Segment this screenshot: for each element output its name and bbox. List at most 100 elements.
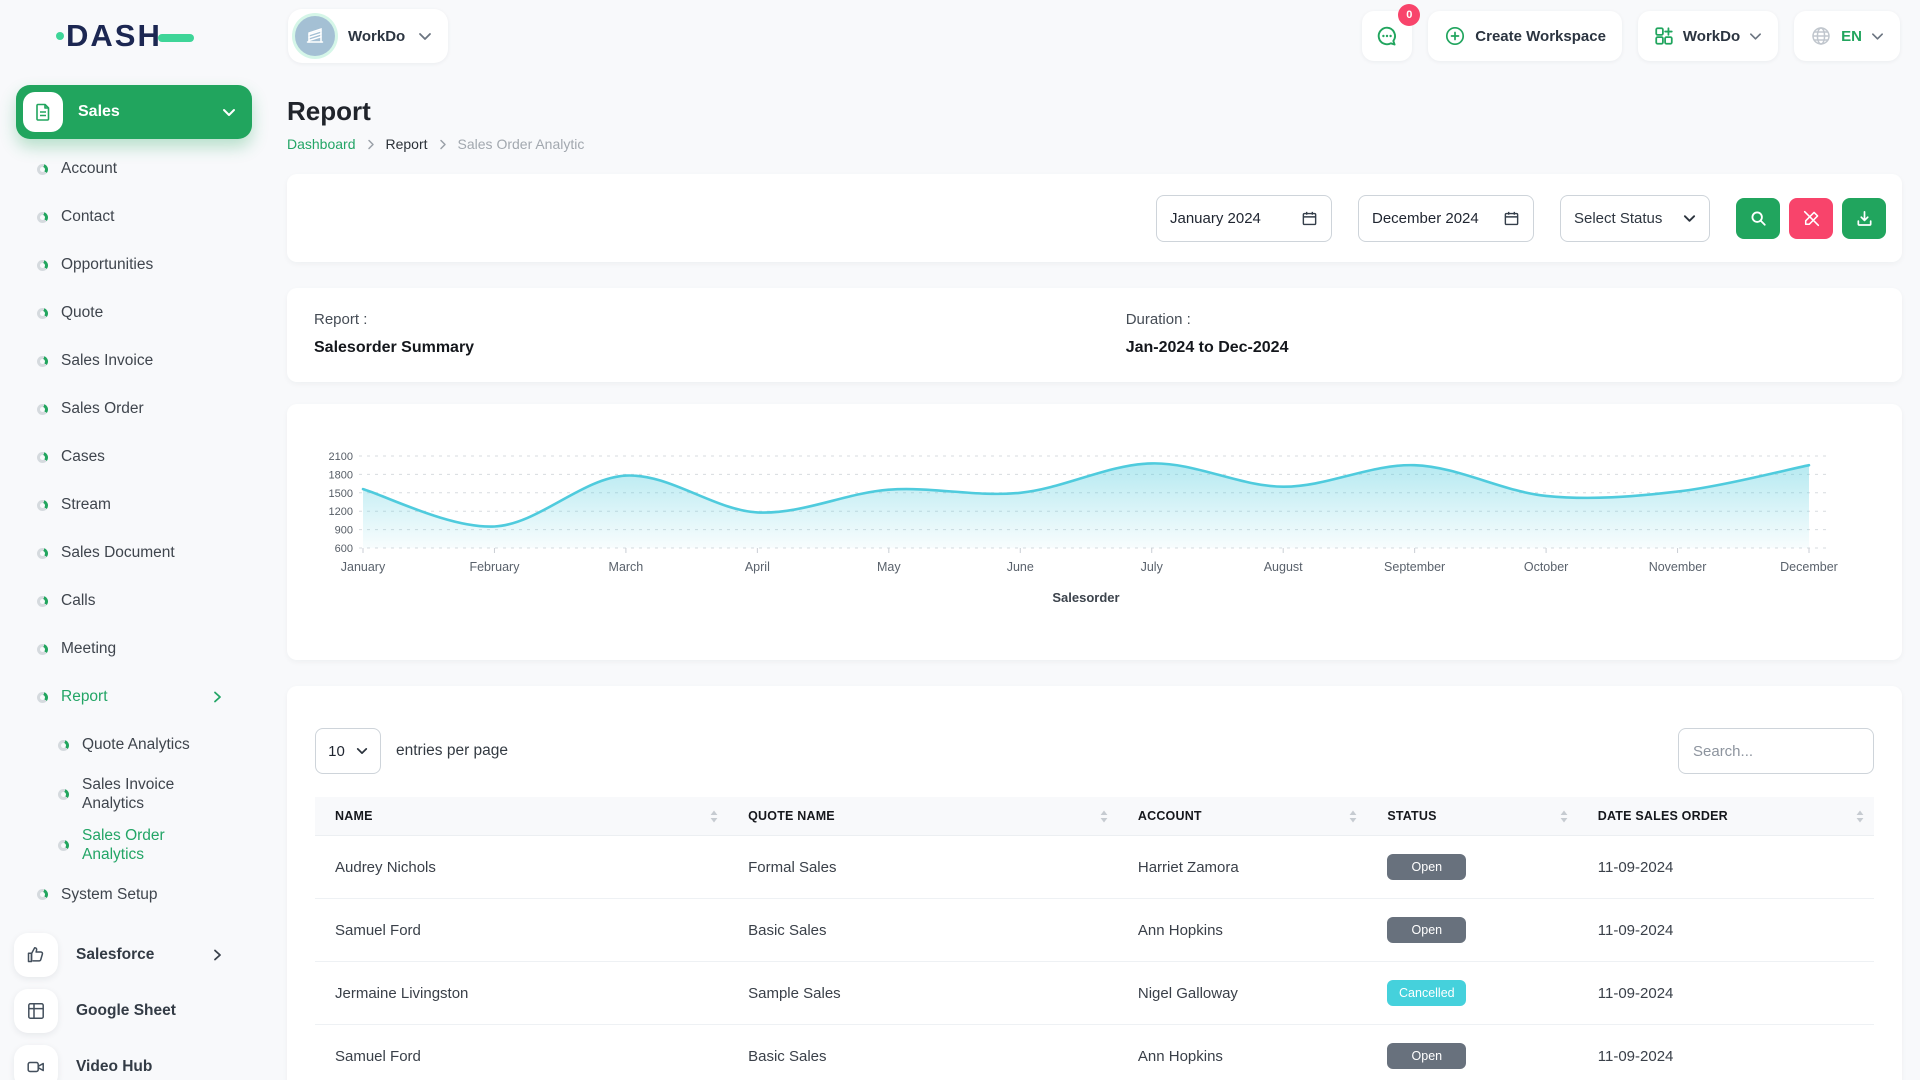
sidebar-item-stream[interactable]: Stream [0,481,272,529]
sidebar-item-opportunities[interactable]: Opportunities [0,241,272,289]
chevron-down-icon [1871,32,1884,41]
sidebar-subitem-quote-analytics[interactable]: Quote Analytics [0,721,272,769]
cell-name: Jermaine Livingston [315,962,728,1025]
sidebar-subitem-sales-order-analytics[interactable]: Sales Order Analytics [0,820,272,871]
sidebar-item-label: Opportunities [61,255,153,274]
svg-text:900: 900 [335,525,353,537]
language-code: EN [1841,28,1862,45]
language-button[interactable]: EN [1794,11,1900,61]
workspace-avatar [295,16,335,56]
messages-button[interactable]: 0 [1362,11,1412,61]
sidebar-item-sales-document[interactable]: Sales Document [0,529,272,577]
sidebar-item-meeting[interactable]: Meeting [0,625,272,673]
cell-account: Nigel Galloway [1118,962,1367,1025]
entries-per-page-select[interactable]: 10 [315,728,381,774]
column-header-quote-name[interactable]: QUOTE NAME [728,797,1118,836]
cell-date: 11-09-2024 [1578,962,1874,1025]
building-icon [304,25,326,47]
sidebar-item-calls[interactable]: Calls [0,577,272,625]
column-header-status[interactable]: STATUS [1367,797,1577,836]
cell-status: Open [1367,1025,1577,1080]
sidebar-app-google-sheet[interactable]: Google Sheet [0,983,272,1039]
table-search-input[interactable] [1678,728,1874,774]
to-month-input[interactable] [1372,210,1490,227]
breadcrumb-dashboard[interactable]: Dashboard [287,136,356,152]
column-header-name[interactable]: NAME [315,797,728,836]
sidebar-item-report[interactable]: Report [0,673,272,721]
chevron-down-icon [222,108,236,117]
sales-order-table: NAMEQUOTE NAMEACCOUNTSTATUSDATE SALES OR… [315,797,1874,1080]
sidebar-subitem-label: Quote Analytics [82,735,190,754]
workspace-selector[interactable]: WorkDo [288,9,448,63]
svg-text:600: 600 [335,543,353,555]
sidebar-item-sales-invoice[interactable]: Sales Invoice [0,337,272,385]
sidebar-group-sales[interactable]: Sales [16,85,252,139]
cell-quote-name: Basic Sales [728,1025,1118,1080]
sidebar-app-label: Google Sheet [76,1002,176,1020]
eraser-off-icon [1802,209,1821,228]
breadcrumb-report[interactable]: Report [386,136,428,152]
logo-dash-bar [158,34,194,42]
sidebar-group-label: Sales [78,103,120,121]
svg-text:1500: 1500 [329,488,353,500]
sidebar-item-label: Calls [61,591,95,610]
sidebar-subitem-sales-invoice-analytics[interactable]: Sales Invoice Analytics [0,769,272,820]
svg-text:July: July [1141,560,1164,574]
table-row: Samuel FordBasic SalesAnn HopkinsOpen11-… [315,899,1874,962]
from-month-input[interactable] [1170,210,1288,227]
dash-logo[interactable]: DASH [56,18,194,54]
bullet-icon [37,308,48,319]
sidebar-item-label: Account [61,159,117,178]
cell-name: Audrey Nichols [315,836,728,899]
notification-badge: 0 [1398,4,1420,26]
cell-date: 11-09-2024 [1578,836,1874,899]
sidebar-item-quote[interactable]: Quote [0,289,272,337]
breadcrumb-sales-order-analytic: Sales Order Analytic [458,136,585,152]
chevron-right-icon [213,691,222,704]
workdo-menu-button[interactable]: WorkDo [1638,11,1778,61]
sidebar-item-label: Contact [61,207,114,226]
workspace-name: WorkDo [348,28,405,45]
sidebar-item-contact[interactable]: Contact [0,193,272,241]
table-card: 10 entries per page NAMEQUOTE NAMEACCOUN… [287,686,1902,1080]
report-summary: Report : Salesorder Summary [314,311,1126,357]
bullet-icon [37,548,48,559]
sidebar-item-account[interactable]: Account [0,145,272,193]
sidebar-item-label: Quote [61,303,103,322]
column-header-account[interactable]: ACCOUNT [1118,797,1367,836]
sidebar-item-label: Meeting [61,639,116,658]
reset-filter-button[interactable] [1789,198,1833,239]
filter-card: Select Status [287,174,1902,262]
column-header-date-sales-order[interactable]: DATE SALES ORDER [1578,797,1874,836]
create-workspace-button[interactable]: Create Workspace [1428,11,1622,61]
cell-account: Ann Hopkins [1118,1025,1367,1080]
svg-text:1200: 1200 [329,506,353,518]
status-select[interactable]: Select Status [1560,195,1710,242]
cell-name: Samuel Ford [315,899,728,962]
sidebar-item-system-setup[interactable]: System Setup [0,871,272,919]
bullet-icon [37,644,48,655]
sidebar: Sales Account Contact Opportunities Quote Sa… [0,72,272,1080]
chart-card: 2100180015001200900600JanuaryFebruaryMar… [287,404,1902,660]
sidebar-item-label: Sales Order [61,399,144,418]
cell-status: Cancelled [1367,962,1577,1025]
chevron-down-icon [356,747,368,755]
sidebar-app-video-hub[interactable]: Video Hub [0,1039,272,1080]
table-row: Samuel FordBasic SalesAnn HopkinsOpen11-… [315,1025,1874,1080]
sidebar-item-cases[interactable]: Cases [0,433,272,481]
download-button[interactable] [1842,198,1886,239]
chat-bubble-icon [1375,24,1399,48]
bullet-icon [37,164,48,175]
sidebar-app-salesforce[interactable]: Salesforce [0,927,272,983]
logo-zone: DASH [0,18,272,54]
sidebar-app-label: Salesforce [76,946,154,964]
sidebar-item-sales-order[interactable]: Sales Order [0,385,272,433]
status-badge: Cancelled [1387,980,1466,1006]
sidebar-item-label: System Setup [61,885,158,904]
salesorder-area-chart: 2100180015001200900600JanuaryFebruaryMar… [309,442,1880,640]
svg-text:April: April [745,560,770,574]
from-month-field[interactable] [1156,195,1332,242]
duration-summary: Duration : Jan-2024 to Dec-2024 [1126,311,1875,357]
apply-filter-button[interactable] [1736,198,1780,239]
to-month-field[interactable] [1358,195,1534,242]
